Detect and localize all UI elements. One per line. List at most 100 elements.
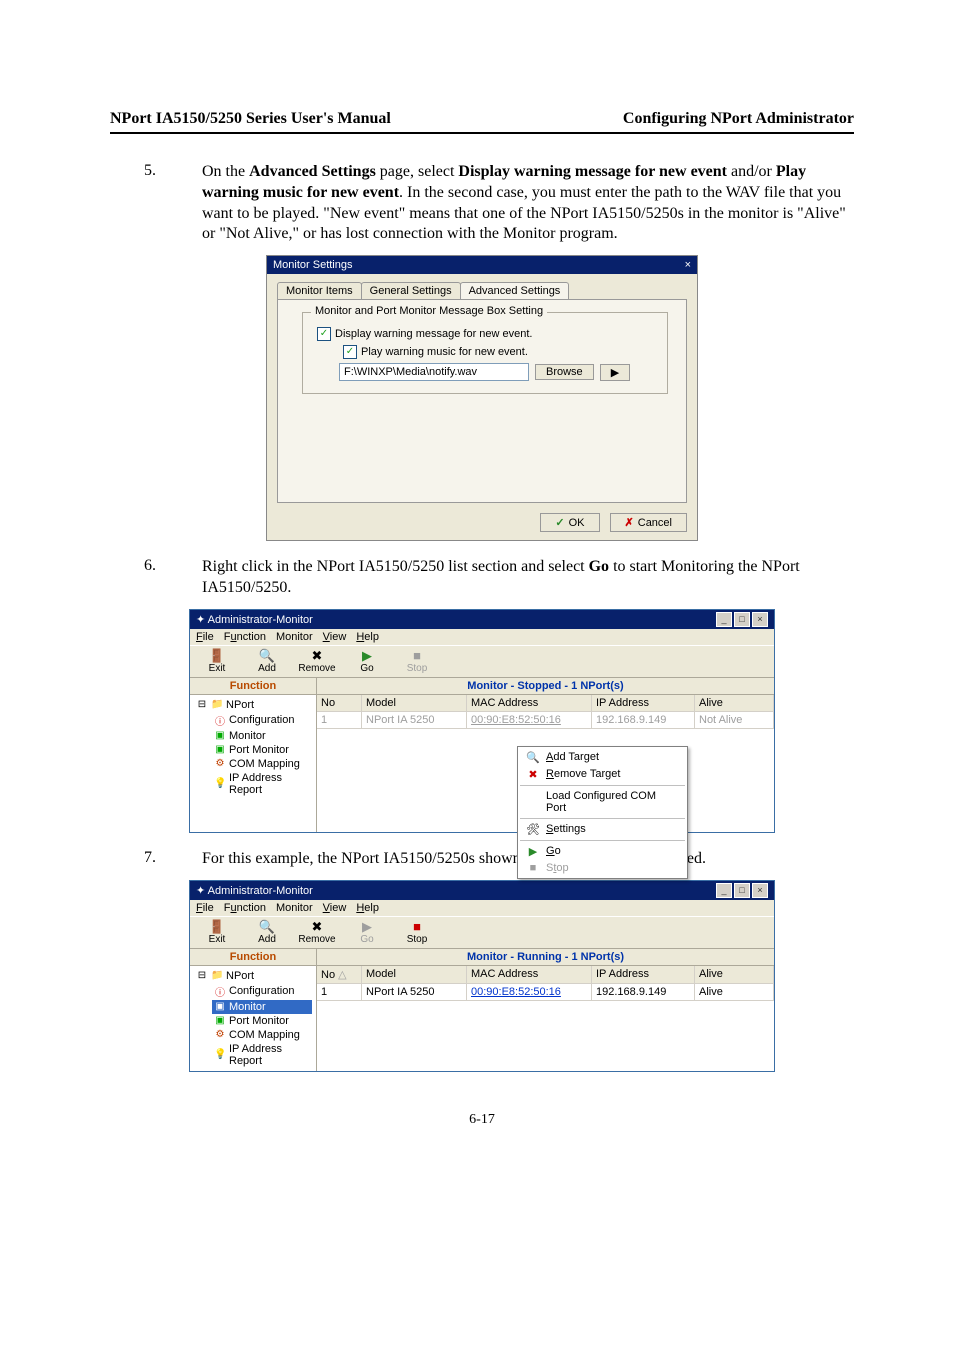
maximize-icon[interactable]: □ [734,883,750,898]
tree-com-mapping[interactable]: ⚙COM Mapping [212,757,312,771]
col-mac[interactable]: MAC Address [467,966,592,984]
tab-monitor-items[interactable]: Monitor Items [277,282,362,299]
col-ip[interactable]: IP Address [592,695,695,712]
go-icon: ▶ [526,845,540,858]
ctx-add-target[interactable]: 🔍Add Target [520,749,685,766]
minimize-icon[interactable]: _ [716,612,732,627]
col-no[interactable]: No △ [317,966,362,984]
port-monitor-icon: ▣ [214,744,226,755]
tree-configuration[interactable]: ⓘConfiguration [212,712,312,729]
tree-port-monitor[interactable]: ▣Port Monitor [212,1014,312,1028]
function-header: Function [190,949,316,966]
go-icon: ▶ [362,920,372,934]
group-title: Monitor and Port Monitor Message Box Set… [311,305,547,317]
menu-monitor[interactable]: Monitor [276,631,313,643]
ok-button[interactable]: ✓OK [540,513,599,532]
col-model[interactable]: Model [362,966,467,984]
maximize-icon[interactable]: □ [734,612,750,627]
close-icon[interactable]: × [752,883,768,898]
table-row[interactable]: 1 NPort IA 5250 00:90:E8:52:50:16 192.16… [317,712,774,729]
bulb-icon: 💡 [214,1049,226,1060]
minus-icon: ⊟ [196,699,208,710]
close-icon[interactable]: × [685,259,691,271]
tree-monitor[interactable]: ▣Monitor [212,1000,312,1014]
col-ip[interactable]: IP Address [592,966,695,984]
tree-ip-address-report[interactable]: 💡IP Address Report [212,1042,312,1068]
browse-button[interactable]: Browse [535,364,594,380]
tool-add[interactable]: 🔍Add [244,648,290,675]
monitor-settings-dialog: Monitor Settings × Monitor Items General… [266,255,698,541]
tree-com-mapping[interactable]: ⚙COM Mapping [212,1028,312,1042]
menu-bar: File Function Monitor View Help [190,629,774,645]
table-row[interactable]: 1 NPort IA 5250 00:90:E8:52:50:16 192.16… [317,984,774,1001]
grid-header: No Model MAC Address IP Address Alive [317,695,774,712]
tool-remove[interactable]: ✖Remove [294,919,340,946]
tree-port-monitor[interactable]: ▣Port Monitor [212,743,312,757]
tool-add[interactable]: 🔍Add [244,919,290,946]
col-alive[interactable]: Alive [695,966,774,984]
tab-general-settings[interactable]: General Settings [361,282,461,299]
tree-monitor[interactable]: ▣Monitor [212,729,312,743]
ctx-stop: ■Stop [520,860,685,876]
header-right: Configuring NPort Administrator [623,110,854,128]
menu-view[interactable]: View [323,631,347,643]
com-mapping-icon: ⚙ [214,1029,226,1040]
close-icon[interactable]: × [752,612,768,627]
monitor-icon: ▣ [214,730,226,741]
menu-file[interactable]: File [196,902,214,914]
menu-function[interactable]: Function [224,902,266,914]
tool-go[interactable]: ▶Go [344,648,390,675]
menu-view[interactable]: View [323,902,347,914]
menu-monitor[interactable]: Monitor [276,902,313,914]
header-left: NPort IA5150/5250 Series User's Manual [110,110,391,128]
col-mac[interactable]: MAC Address [467,695,592,712]
com-mapping-icon: ⚙ [214,758,226,769]
col-alive[interactable]: Alive [695,695,774,712]
wav-path-input[interactable]: F:\WINXP\Media\notify.wav [339,363,529,381]
tab-advanced-settings[interactable]: Advanced Settings [460,282,570,299]
col-no[interactable]: No [317,695,362,712]
info-icon: ⓘ [214,984,226,999]
step7-number: 7. [110,849,202,870]
folder-icon: 📁 [211,699,223,710]
ctx-go[interactable]: ▶Go [520,843,685,860]
mac-link[interactable]: 00:90:E8:52:50:16 [471,986,561,998]
cancel-button[interactable]: ✗Cancel [610,513,687,532]
administrator-monitor-window-running: ✦ Administrator-Monitor _ □ × File Funct… [189,880,775,1072]
grid-header: No △ Model MAC Address IP Address Alive [317,966,774,984]
menu-file[interactable]: File [196,631,214,643]
checkbox-display-warning[interactable]: ✓ [317,327,331,341]
tree-root[interactable]: ⊟📁NPort [194,969,312,983]
ctx-settings[interactable]: 🛠Settings [520,821,685,838]
checkbox-play-music[interactable]: ✓ [343,345,357,359]
tree-root[interactable]: ⊟📁NPort [194,698,312,712]
step6-text: Right click in the NPort IA5150/5250 lis… [202,557,854,599]
tool-stop: ■Stop [394,648,440,675]
app-icon: ✦ [196,614,208,626]
play-button[interactable]: ▶ [600,364,630,381]
tool-go: ▶Go [344,919,390,946]
menu-help[interactable]: Help [356,902,379,914]
menu-bar: File Function Monitor View Help [190,900,774,916]
ctx-remove-target[interactable]: ✖Remove Target [520,766,685,783]
remove-target-icon: ✖ [526,768,540,781]
function-tree: ⊟📁NPort ⓘConfiguration ▣Monitor ▣Port Mo… [190,966,316,1071]
monitor-icon: ▣ [214,1001,226,1012]
col-model[interactable]: Model [362,695,467,712]
stop-icon: ■ [413,649,421,663]
administrator-monitor-window-stopped: ✦ Administrator-Monitor _ □ × File Funct… [189,609,775,833]
menu-help[interactable]: Help [356,631,379,643]
remove-icon: ✖ [312,649,323,663]
status-header-running: Monitor - Running - 1 NPort(s) [317,949,774,966]
toolbar: 🚪Exit 🔍Add ✖Remove ▶Go ■Stop [190,645,774,678]
tool-exit[interactable]: 🚪Exit [194,648,240,675]
tool-exit[interactable]: 🚪Exit [194,919,240,946]
minimize-icon[interactable]: _ [716,883,732,898]
tool-stop[interactable]: ■Stop [394,919,440,946]
ctx-load-configured[interactable]: Load Configured COM Port [520,788,685,816]
menu-function[interactable]: Function [224,631,266,643]
tree-configuration[interactable]: ⓘConfiguration [212,983,312,1000]
tree-ip-address-report[interactable]: 💡IP Address Report [212,771,312,797]
mac-link[interactable]: 00:90:E8:52:50:16 [471,714,561,726]
tool-remove[interactable]: ✖Remove [294,648,340,675]
